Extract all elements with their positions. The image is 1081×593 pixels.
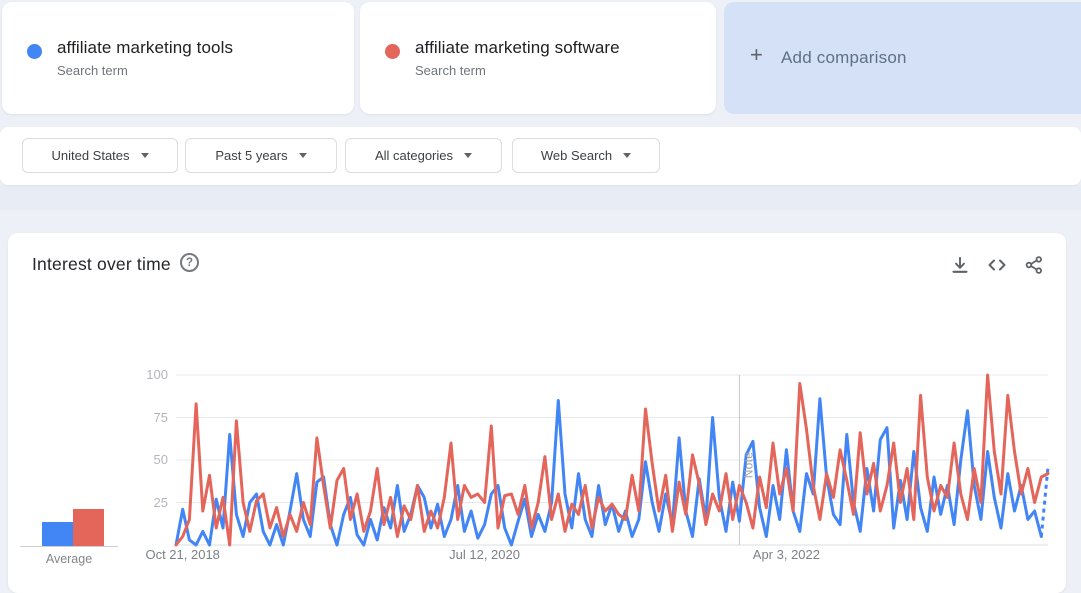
embed-icon[interactable] — [987, 255, 1007, 275]
search-term-type-label: Search term — [57, 63, 128, 78]
interest-over-time-chart[interactable] — [176, 375, 1048, 545]
add-comparison-button[interactable]: + Add comparison — [724, 2, 1081, 114]
y-tick-label: 100 — [108, 367, 168, 382]
interest-over-time-card: Interest over time ? 100 75 50 25 Oct 21, 2… — [8, 233, 1066, 593]
question-mark-glyph: ? — [186, 257, 193, 269]
search-type-dropdown[interactable]: Web Search — [512, 138, 660, 173]
chevron-down-icon — [141, 153, 149, 158]
y-tick-label: 75 — [108, 410, 168, 425]
search-term-text: affiliate marketing software — [415, 38, 620, 58]
plus-icon: + — [750, 44, 763, 66]
search-term-type-label: Search term — [415, 63, 486, 78]
search-term-card-2[interactable]: affiliate marketing software Search term — [360, 2, 716, 114]
note-annotation[interactable]: Note — [741, 444, 755, 486]
average-axis-line — [20, 546, 118, 547]
time-range-label: Past 5 years — [215, 148, 287, 163]
time-range-dropdown[interactable]: Past 5 years — [185, 138, 337, 173]
section-title: Interest over time — [32, 254, 171, 275]
series-color-dot-blue — [27, 44, 42, 59]
search-type-label: Web Search — [541, 148, 612, 163]
chevron-down-icon — [299, 153, 307, 158]
y-tick-label: 25 — [108, 495, 168, 510]
filter-bar: United States Past 5 years All categorie… — [0, 127, 1081, 185]
search-term-text: affiliate marketing tools — [57, 38, 233, 58]
add-comparison-label: Add comparison — [781, 48, 907, 68]
average-label: Average — [20, 552, 118, 566]
geo-filter-dropdown[interactable]: United States — [22, 138, 178, 173]
series-color-dot-red — [385, 44, 400, 59]
x-tick-label: Oct 21, 2018 — [145, 547, 219, 562]
download-icon[interactable] — [950, 255, 970, 275]
average-bar — [73, 509, 104, 546]
category-filter-label: All categories — [375, 148, 453, 163]
chart-actions — [950, 255, 1044, 275]
note-text: Note — [741, 452, 755, 479]
search-term-card-1[interactable]: affiliate marketing tools Search term — [2, 2, 354, 114]
average-bar — [42, 522, 73, 546]
chevron-down-icon — [464, 153, 472, 158]
chevron-down-icon — [623, 153, 631, 158]
category-filter-dropdown[interactable]: All categories — [345, 138, 502, 173]
x-tick-label: Apr 3, 2022 — [753, 547, 820, 562]
page-background-band — [0, 185, 1081, 210]
y-tick-label: 50 — [108, 452, 168, 467]
x-tick-label: Jul 12, 2020 — [449, 547, 520, 562]
geo-filter-label: United States — [51, 148, 129, 163]
share-icon[interactable] — [1024, 255, 1044, 275]
help-icon[interactable]: ? — [180, 253, 199, 272]
